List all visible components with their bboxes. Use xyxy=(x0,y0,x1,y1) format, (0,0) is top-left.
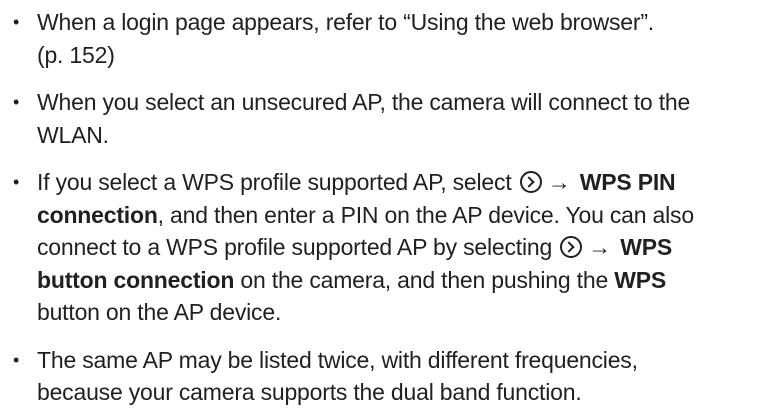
note-text: When a login page appears, refer to “Usi… xyxy=(37,9,654,35)
note-text: WLAN. xyxy=(37,121,109,148)
bullet: • xyxy=(13,92,20,112)
wps-pin-label-cont: connection xyxy=(37,201,158,228)
bullet: • xyxy=(13,349,20,370)
note-unsecured-ap: • When you select an unsecured AP, the c… xyxy=(0,86,753,151)
arrow-glyph: → xyxy=(547,169,571,195)
note-text: When you select an unsecured AP, the cam… xyxy=(37,89,691,115)
note-text: If you select a WPS profile supported AP… xyxy=(37,169,512,195)
note-login-page: • When a login page appears, refer to “U… xyxy=(0,6,753,71)
note-wps-profile: • If you select a WPS profile supported … xyxy=(0,166,753,329)
note-text: The same AP may be listed twice, with di… xyxy=(37,346,638,373)
note-text: connect to a WPS profile supported AP by… xyxy=(37,234,553,260)
note-text: button on the AP device. xyxy=(37,299,282,325)
page: • When a login page appears, refer to “U… xyxy=(0,0,763,417)
wps-button-label: WPS xyxy=(620,234,673,260)
note-dual-band: • The same AP may be listed twice, with … xyxy=(0,344,753,409)
circle-chevron-right-icon xyxy=(560,236,583,258)
page-reference: (p. 152) xyxy=(37,41,115,68)
note-text: because your camera supports the dual ba… xyxy=(37,379,582,405)
bullet: • xyxy=(13,12,20,32)
bullet: • xyxy=(13,172,20,192)
wps-pin-label: WPS PIN xyxy=(579,169,676,195)
wps-button-label-cont: button connection xyxy=(37,266,235,293)
arrow-glyph: → xyxy=(588,234,612,260)
note-text: on the camera, and then pushing the xyxy=(234,266,615,293)
wps-label: WPS xyxy=(614,266,667,293)
circle-chevron-right-icon xyxy=(519,171,542,193)
note-text: , and then enter a PIN on the AP device.… xyxy=(157,201,694,228)
notes-list: • When a login page appears, refer to “U… xyxy=(0,6,753,409)
